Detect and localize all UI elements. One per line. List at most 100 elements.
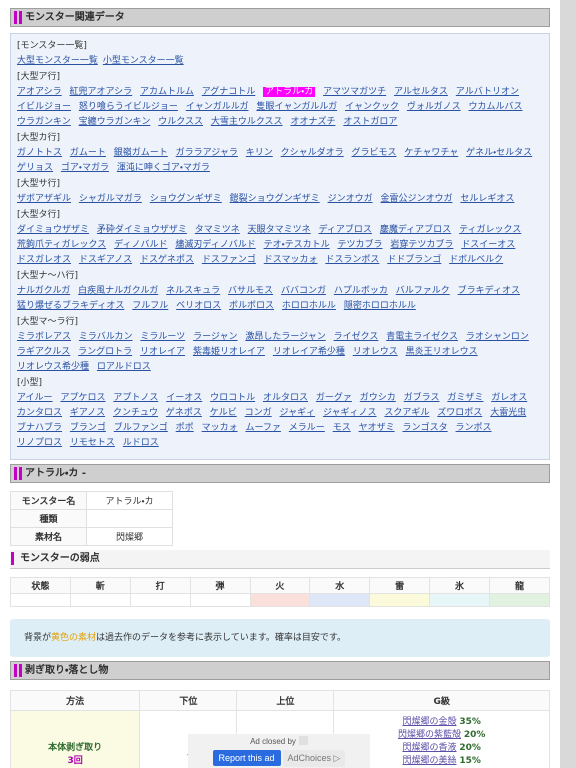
monster-link[interactable]: ドスゲネポス (140, 255, 194, 265)
monster-link[interactable]: ズワロポス (437, 408, 482, 418)
monster-link[interactable]: イャンガルルガ (186, 102, 249, 112)
monster-link[interactable]: 金雷公ジンオウガ (380, 194, 452, 204)
monster-link[interactable]: セルレギオス (460, 194, 514, 204)
monster-link[interactable]: イーオス (166, 393, 202, 403)
monster-link[interactable]: タマミツネ (195, 225, 240, 235)
monster-link[interactable]: ランポス (456, 423, 492, 433)
monster-link[interactable]: 怒り喰らうイビルジョー (79, 102, 178, 112)
monster-link[interactable]: 猛り爆ぜるブラキディオス (17, 301, 124, 311)
monster-link[interactable]: テツカブラ (338, 240, 383, 250)
monster-link[interactable]: ガララアジャラ (176, 148, 238, 158)
monster-link[interactable]: メラルー (289, 423, 325, 433)
monster-link[interactable]: ディアブロス (319, 225, 372, 235)
monster-link[interactable]: ミラボレアス (17, 332, 71, 342)
monster-link[interactable]: キリン (246, 148, 273, 158)
monster-link[interactable]: ライゼクス (334, 332, 379, 342)
monster-link[interactable]: アマツマガツチ (323, 87, 386, 97)
monster-link[interactable]: マッカォ (202, 423, 238, 433)
monster-link[interactable]: ブナハブラ (17, 423, 62, 433)
monster-link[interactable]: クンチュウ (113, 408, 158, 418)
monster-link[interactable]: オストガロア (343, 117, 397, 127)
monster-link[interactable]: ジャギィ (280, 408, 316, 418)
monster-link[interactable]: リオレウス希少種 (17, 362, 89, 372)
monster-link[interactable]: 黒炎王リオレウス (406, 347, 478, 357)
monster-link[interactable]: 紅兜アオアシラ (70, 87, 133, 97)
monster-link[interactable]: ティガレックス (459, 225, 521, 235)
monster-link[interactable]: ドスガレオス (17, 255, 71, 265)
monster-link[interactable]: アルセルタス (394, 87, 448, 97)
monster-link[interactable]: ジンオウガ (328, 194, 373, 204)
monster-link[interactable]: ラージャン (193, 332, 237, 342)
monster-link[interactable]: リモセトス (70, 438, 115, 448)
monster-link[interactable]: アプケロス (60, 393, 105, 403)
monster-link[interactable]: ウロコトル (210, 393, 255, 403)
monster-link[interactable]: ブルファンゴ (114, 423, 168, 433)
monster-link[interactable]: ガレオス (491, 393, 527, 403)
monster-link[interactable]: 隻眼イャンガルルガ (256, 102, 337, 112)
monster-link[interactable]: 矛砕ダイミョウザザミ (97, 225, 187, 235)
monster-link[interactable]: ドボルベルク (449, 255, 503, 265)
monster-link[interactable]: ラオシャンロン (466, 332, 529, 342)
monster-link[interactable]: アプトノス (113, 393, 158, 403)
monster-link[interactable]: ジャギィノス (323, 408, 377, 418)
monster-link[interactable]: ラングロトラ (78, 347, 132, 357)
monster-link[interactable]: バルファルク (396, 286, 450, 296)
monster-link[interactable]: イビルジョー (17, 102, 71, 112)
monster-link[interactable]: ハプルボッカ (334, 286, 388, 296)
monster-link[interactable]: 青電主ライゼクス (386, 332, 458, 342)
monster-link[interactable]: リオレイア希少種 (273, 347, 345, 357)
monster-link[interactable]: ゲネル・セルタス (466, 148, 532, 158)
monster-link[interactable]: ガブラス (404, 393, 440, 403)
monster-link[interactable]: ゲリョス (17, 163, 53, 173)
drop-material-link[interactable]: 閃燦郷の紫藍殻 (398, 730, 461, 740)
monster-link[interactable]: ギアノス (70, 408, 105, 418)
monster-link[interactable]: アルバトリオン (456, 87, 519, 97)
monster-link[interactable]: ディノバルド (114, 240, 167, 250)
monster-link[interactable]: アイルー (17, 393, 53, 403)
drop-material-link[interactable]: 閃燦郷の金殻 (402, 717, 456, 727)
monster-link[interactable]: フルフル (132, 301, 168, 311)
monster-link[interactable]: 紫毒姫リオレイア (193, 347, 265, 357)
monster-link[interactable]: ガーグァ (316, 393, 352, 403)
monster-link[interactable]: 荒鉤爪ティガレックス (17, 240, 106, 250)
monster-link[interactable]: ミラバルカン (79, 332, 133, 342)
monster-link[interactable]: ウカムルバス (469, 102, 523, 112)
monster-link[interactable]: 天眼タマミツネ (248, 225, 311, 235)
ad-info-icon[interactable] (298, 736, 308, 745)
drop-material-link[interactable]: 閃燦郷の美絲 (402, 756, 456, 766)
monster-link[interactable]: ベリオロス (176, 301, 221, 311)
monster-link[interactable]: 銀嶺ガムート (114, 148, 168, 158)
monster-link[interactable]: アトラル・カ (263, 87, 316, 97)
monster-link[interactable]: 大雪主ウルクスス (211, 117, 283, 127)
monster-link[interactable]: カンタロス (17, 408, 62, 418)
monster-link[interactable]: 隠密ホロロホルル (344, 301, 416, 311)
monster-link[interactable]: ボルボロス (229, 301, 274, 311)
monster-link[interactable]: ナルガクルガ (17, 286, 70, 296)
monster-link[interactable]: ウラガンキン (17, 117, 71, 127)
monster-link[interactable]: コンガ (245, 408, 272, 418)
monster-link[interactable]: 渾沌に呻くゴア・マガラ (117, 163, 210, 173)
monster-link[interactable]: ドスファンゴ (202, 255, 256, 265)
monster-link[interactable]: アカムトルム (140, 87, 194, 97)
monster-link[interactable]: ランゴスタ (402, 423, 447, 433)
monster-link[interactable]: ガミザミ (447, 393, 483, 403)
monster-link[interactable]: ショウグンギザミ (150, 194, 222, 204)
monster-link[interactable]: リノプロス (17, 438, 62, 448)
monster-link[interactable]: リオレイア (140, 347, 185, 357)
monster-link[interactable]: ブラキディオス (458, 286, 520, 296)
monster-link[interactable]: アオアシラ (17, 87, 62, 97)
monster-link[interactable]: ルドロス (123, 438, 159, 448)
monster-link[interactable]: ロアルドロス (97, 362, 151, 372)
monster-link[interactable]: グラビモス (352, 148, 397, 158)
monster-link[interactable]: ウルクスス (158, 117, 203, 127)
monster-link[interactable]: ドスマッカォ (264, 255, 318, 265)
monster-link[interactable]: 鏖魔ディアブロス (380, 225, 451, 235)
monster-link[interactable]: ミラルーツ (140, 332, 185, 342)
monster-link[interactable]: ドスギアノス (79, 255, 132, 265)
monster-link[interactable]: モス (333, 423, 351, 433)
monster-link[interactable]: ガノトトス (17, 148, 62, 158)
monster-link[interactable]: 燼滅刃ディノバルド (175, 240, 255, 250)
monster-link[interactable]: 鎧裂ショウグンギザミ (230, 194, 320, 204)
monster-link[interactable]: 岩穿テツカブラ (390, 240, 453, 250)
drop-material-link[interactable]: 閃燦郷の香液 (402, 743, 456, 753)
